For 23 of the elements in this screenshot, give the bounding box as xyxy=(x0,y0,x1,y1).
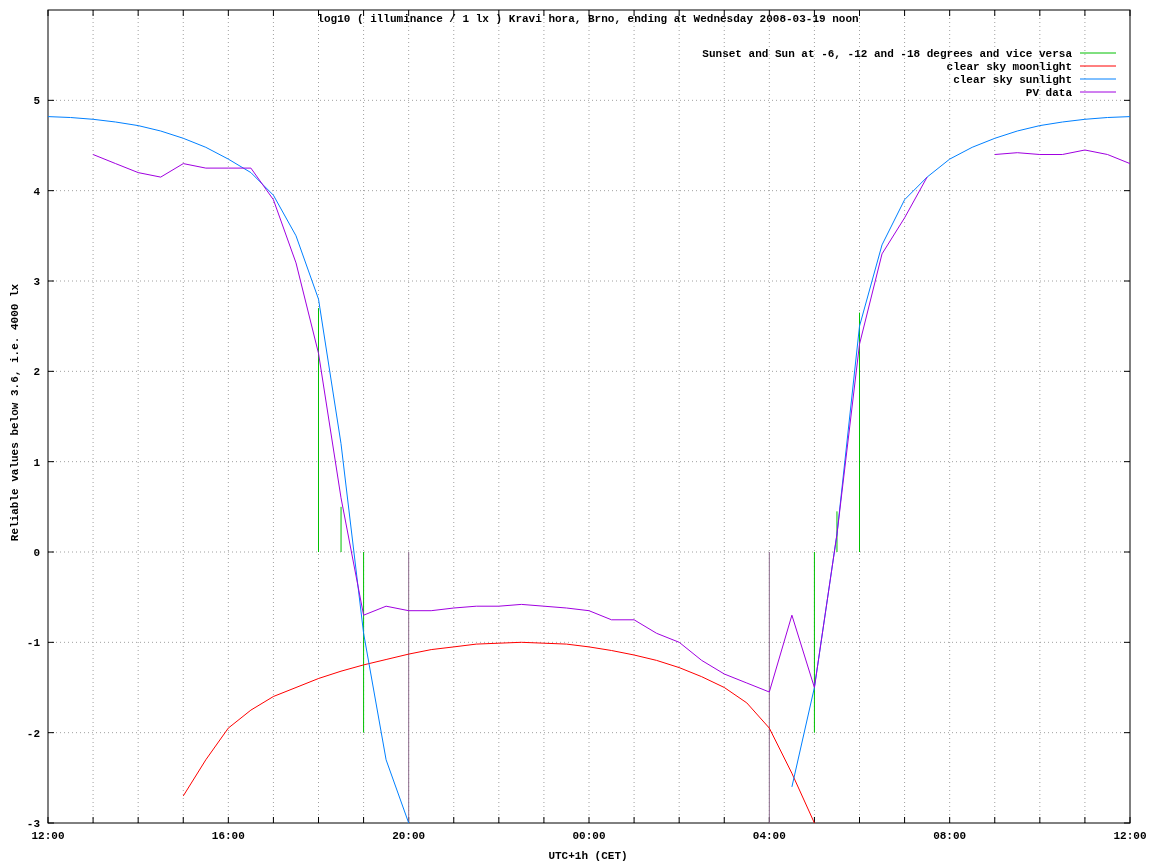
legend-label: PV data xyxy=(1025,87,1072,99)
axis-label: Reliable values below 3.6, i.e. 4000 lx xyxy=(9,283,21,542)
tick-label: -1 xyxy=(26,637,40,650)
tick-label: 16:00 xyxy=(211,830,245,842)
tick-label: 00:00 xyxy=(572,830,606,842)
tick-label: 04:00 xyxy=(752,830,786,842)
tick-label: 12:00 xyxy=(31,830,65,842)
legend-label: clear sky moonlight xyxy=(946,61,1072,73)
tick-label: -2 xyxy=(26,727,40,740)
tick-label: 1 xyxy=(33,456,40,469)
tick-label: 2 xyxy=(33,366,40,379)
axis-label: UTC+1h (CET) xyxy=(548,850,628,862)
tick-label: 08:00 xyxy=(933,830,967,842)
legend-label: clear sky sunlight xyxy=(953,74,1072,86)
tick-label: 0 xyxy=(33,547,40,559)
tick-label: 4 xyxy=(33,185,40,198)
tick-label: -3 xyxy=(26,818,40,830)
tick-label: 3 xyxy=(33,276,40,288)
tick-label: 5 xyxy=(33,95,40,108)
legend-label: Sunset and Sun at -6, -12 and -18 degrees and vice versa xyxy=(702,48,1072,60)
tick-label: 20:00 xyxy=(392,830,426,842)
chart-title: log10 ( illuminance / 1 lx ) Kravi hora, Brno, ending at Wednesday 2008-03-19 noon xyxy=(317,13,859,25)
tick-label: 12:00 xyxy=(1113,830,1147,842)
